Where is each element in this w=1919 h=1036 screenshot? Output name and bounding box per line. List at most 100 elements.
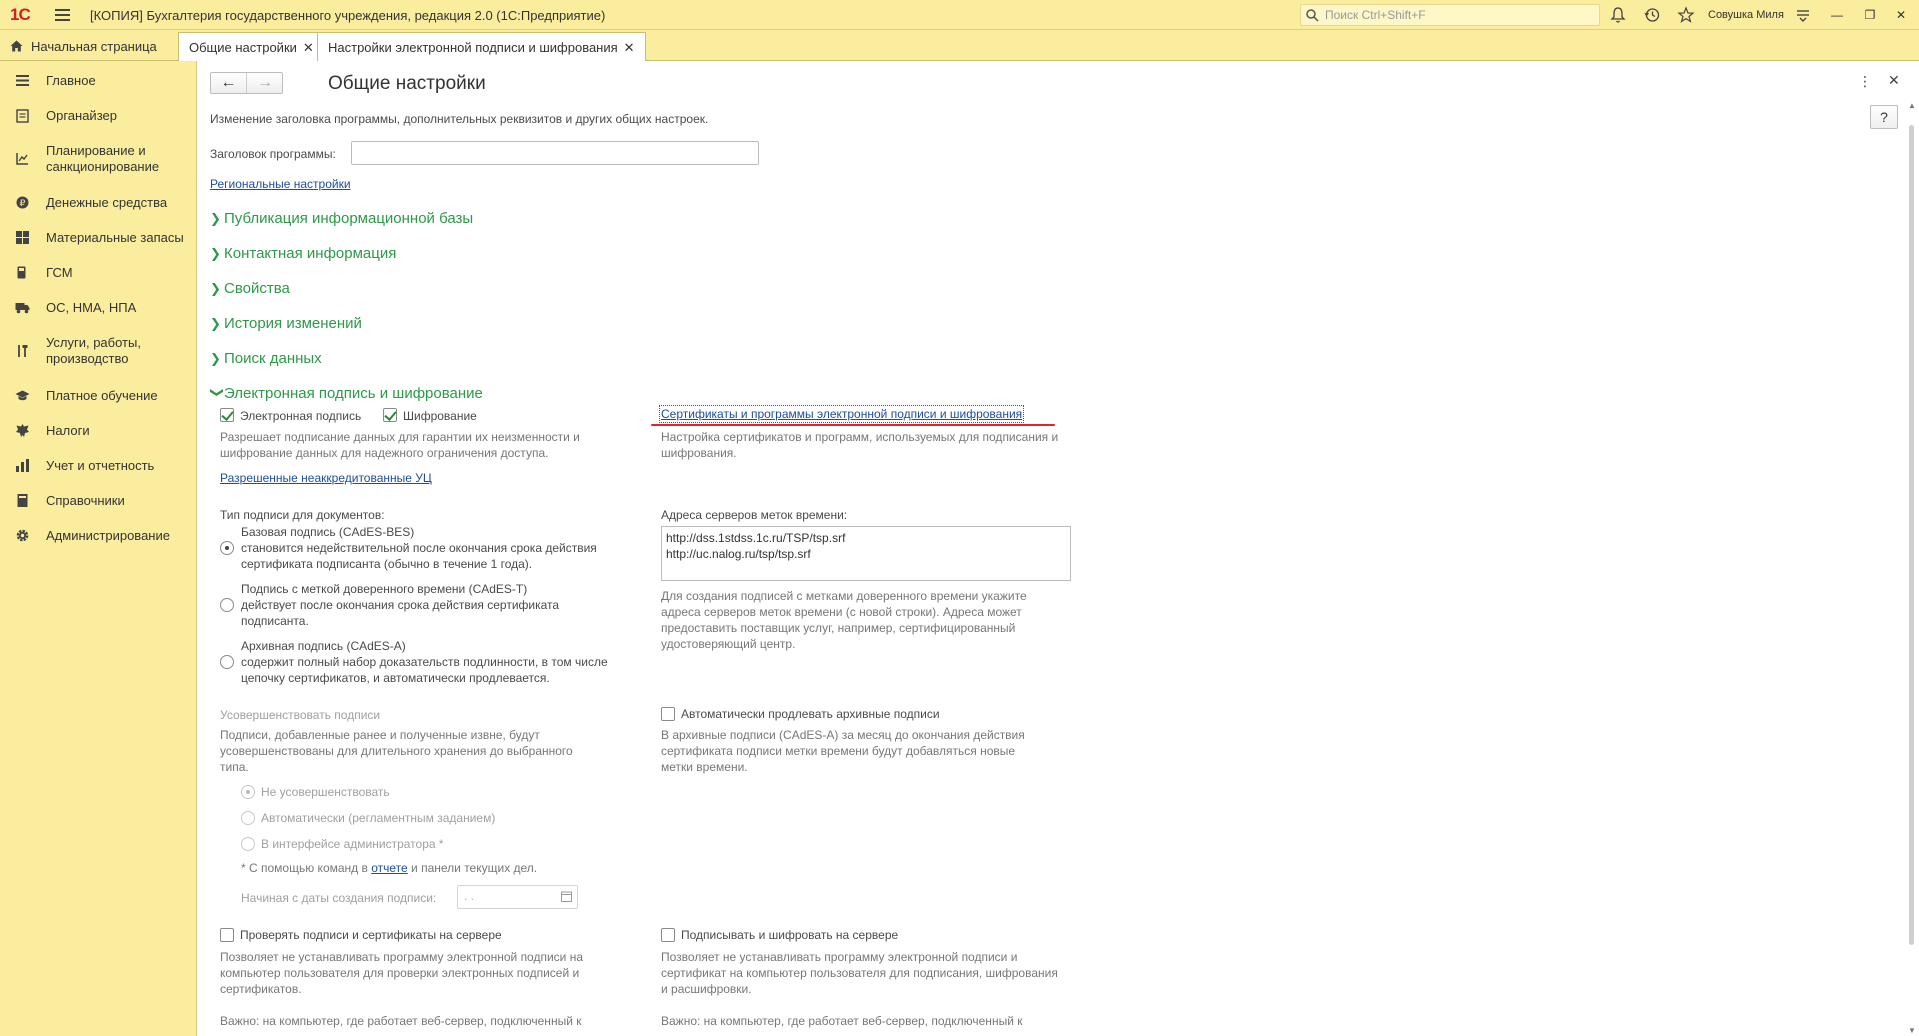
- page-title: Общие настройки: [328, 73, 486, 94]
- sidebar-item-administration[interactable]: Администрирование: [0, 528, 197, 544]
- nav-buttons: ← →: [210, 72, 283, 94]
- verify-desc-line: Позволяет не устанавливать программу эле…: [220, 950, 584, 964]
- tab-esig-settings[interactable]: Настройки электронной подписи и шифрован…: [317, 32, 646, 61]
- menu-lines-icon: [16, 75, 29, 86]
- chevron-right-icon: ❯: [210, 246, 221, 261]
- radio-cades-bes[interactable]: [220, 541, 234, 555]
- regional-settings-link[interactable]: Региональные настройки: [210, 177, 351, 191]
- app-logo[interactable]: 1С: [10, 5, 31, 25]
- group-contact-info[interactable]: ❯ Контактная информация: [210, 245, 396, 262]
- more-actions-icon[interactable]: ⋮: [1858, 73, 1872, 90]
- sidebar-item-money[interactable]: ₽ Денежные средства: [0, 195, 197, 211]
- tsa-desc-line: удостоверяющий центр.: [661, 637, 796, 651]
- sidebar-item-label: ОС, НМА, НПА: [46, 300, 137, 315]
- auto-extend-checkbox[interactable]: [661, 707, 675, 721]
- sidebar-item-paid-education[interactable]: Платное обучение: [0, 388, 197, 404]
- sig-type-desc: подписанта.: [241, 614, 309, 628]
- history-icon[interactable]: [1643, 6, 1661, 24]
- search-input[interactable]: [1325, 7, 1595, 23]
- sidebar: Главное Органайзер Планирование и санкци…: [0, 61, 197, 1036]
- improve-option-label: Не усовершенствовать: [261, 785, 390, 799]
- group-publication[interactable]: ❯ Публикация информационной базы: [210, 210, 473, 227]
- sidebar-item-fuel[interactable]: ГСМ: [0, 265, 197, 281]
- certificates-programs-link[interactable]: Сертификаты и программы электронной подп…: [658, 405, 1025, 423]
- close-form-icon[interactable]: ✕: [1888, 72, 1900, 89]
- verify-on-server-checkbox[interactable]: [220, 928, 234, 942]
- calendar-icon[interactable]: [561, 891, 572, 902]
- gear-icon: [16, 529, 29, 542]
- radio-auto-improve[interactable]: [241, 811, 255, 825]
- bell-icon[interactable]: [1609, 6, 1627, 24]
- user-name[interactable]: Совушка Миля: [1708, 9, 1784, 21]
- verify-desc-line: сертификатов.: [220, 982, 302, 996]
- star-icon[interactable]: [1677, 6, 1695, 24]
- forward-arrow-icon[interactable]: →: [247, 73, 283, 93]
- tab-close-icon[interactable]: ✕: [624, 40, 635, 55]
- sidebar-item-organizer[interactable]: Органайзер: [0, 108, 197, 124]
- tabs-bar: Начальная страница Общие настройки ✕ Наст…: [0, 30, 1919, 61]
- certs-desc-line: Настройка сертификатов и программ, испол…: [661, 430, 1059, 444]
- chevron-right-icon: ❯: [210, 351, 221, 366]
- sidebar-item-label: Справочники: [46, 493, 125, 508]
- report-link[interactable]: отчете: [371, 861, 407, 875]
- close-icon[interactable]: ✕: [1893, 7, 1909, 23]
- radio-admin-improve[interactable]: [241, 837, 255, 851]
- sidebar-item-services[interactable]: Услуги, работы, производство: [0, 335, 197, 367]
- group-properties[interactable]: ❯ Свойства: [210, 280, 290, 297]
- sidebar-item-planning[interactable]: Планирование и санкционирование: [0, 143, 197, 175]
- sig-type-title: Базовая подпись (CAdES-BES): [241, 525, 415, 539]
- sidebar-item-taxes[interactable]: Налоги: [0, 423, 197, 439]
- settings-menu-icon[interactable]: [1794, 6, 1812, 24]
- allowed-ca-link[interactable]: Разрешенные неаккредитованные УЦ: [220, 471, 432, 485]
- scroll-up-icon[interactable]: ▲: [1908, 101, 1916, 110]
- certs-desc-line: шифрования.: [661, 446, 737, 460]
- program-title-label: Заголовок программы:: [210, 147, 336, 161]
- tab-general-settings[interactable]: Общие настройки ✕: [178, 32, 325, 61]
- sign-on-server-checkbox[interactable]: [661, 928, 675, 942]
- encryption-checkbox[interactable]: [383, 408, 397, 422]
- radio-cades-t[interactable]: [220, 598, 234, 612]
- main-menu-icon[interactable]: [55, 9, 70, 21]
- tab-home[interactable]: Начальная страница: [0, 32, 167, 61]
- emblem-icon: [16, 424, 29, 437]
- sidebar-item-materials[interactable]: Материальные запасы: [0, 230, 197, 246]
- radio-cades-a[interactable]: [220, 655, 234, 669]
- vertical-scrollbar[interactable]: ▲ ▼: [1908, 101, 1916, 1036]
- esig-checkbox-label: Электронная подпись: [240, 409, 362, 423]
- group-data-search[interactable]: ❯ Поиск данных: [210, 350, 322, 367]
- global-search[interactable]: [1300, 4, 1600, 26]
- esig-checkbox[interactable]: [220, 408, 234, 422]
- group-label: Электронная подпись и шифрование: [224, 385, 483, 402]
- group-label: Контактная информация: [224, 245, 397, 262]
- footnote-text: и панели текущих дел.: [411, 861, 538, 875]
- back-arrow-icon[interactable]: ←: [211, 73, 247, 93]
- sig-type-desc: сертификата подписанта (обычно в течение…: [241, 557, 533, 571]
- tsa-addresses-textarea[interactable]: http://dss.1stdss.1c.ru/TSP/tsp.srf http…: [661, 526, 1071, 581]
- sidebar-item-accounting[interactable]: Учет и отчетность: [0, 458, 197, 474]
- improve-desc-line: типа.: [220, 760, 249, 774]
- sidebar-item-label: Услуги, работы, производство: [46, 335, 141, 366]
- sidebar-item-fixed-assets[interactable]: ОС, НМА, НПА: [0, 300, 197, 316]
- sidebar-item-main[interactable]: Главное: [0, 73, 197, 89]
- group-change-history[interactable]: ❯ История изменений: [210, 315, 362, 332]
- sidebar-item-label: Органайзер: [46, 108, 117, 123]
- group-esig[interactable]: ❯Электронная подпись и шифрование: [210, 385, 483, 402]
- sign-desc-line: и расшифровки.: [661, 982, 752, 996]
- tab-close-icon[interactable]: ✕: [303, 40, 314, 55]
- group-label: Поиск данных: [224, 350, 322, 367]
- minimize-icon[interactable]: —: [1829, 7, 1845, 23]
- sidebar-item-references[interactable]: Справочники: [0, 493, 197, 509]
- sig-type-desc: действует после окончания срока действия…: [241, 598, 560, 612]
- sidebar-item-label: Денежные средства: [46, 195, 168, 210]
- group-label: История изменений: [224, 315, 362, 332]
- scroll-thumb[interactable]: [1909, 125, 1914, 945]
- restore-icon[interactable]: ❐: [1862, 7, 1878, 23]
- start-date-field[interactable]: . .: [457, 885, 578, 909]
- tsa-desc-line: Для создания подписей с метками доверенн…: [661, 589, 1027, 603]
- tsa-desc-line: предоставить поставщик услуг, например, …: [661, 621, 1016, 635]
- scroll-down-icon[interactable]: ▼: [1908, 1026, 1916, 1035]
- help-button[interactable]: ?: [1870, 105, 1898, 129]
- sig-type-desc: становится недействительной после оконча…: [241, 541, 597, 555]
- program-title-input[interactable]: [351, 141, 759, 165]
- radio-no-improve[interactable]: [241, 785, 255, 799]
